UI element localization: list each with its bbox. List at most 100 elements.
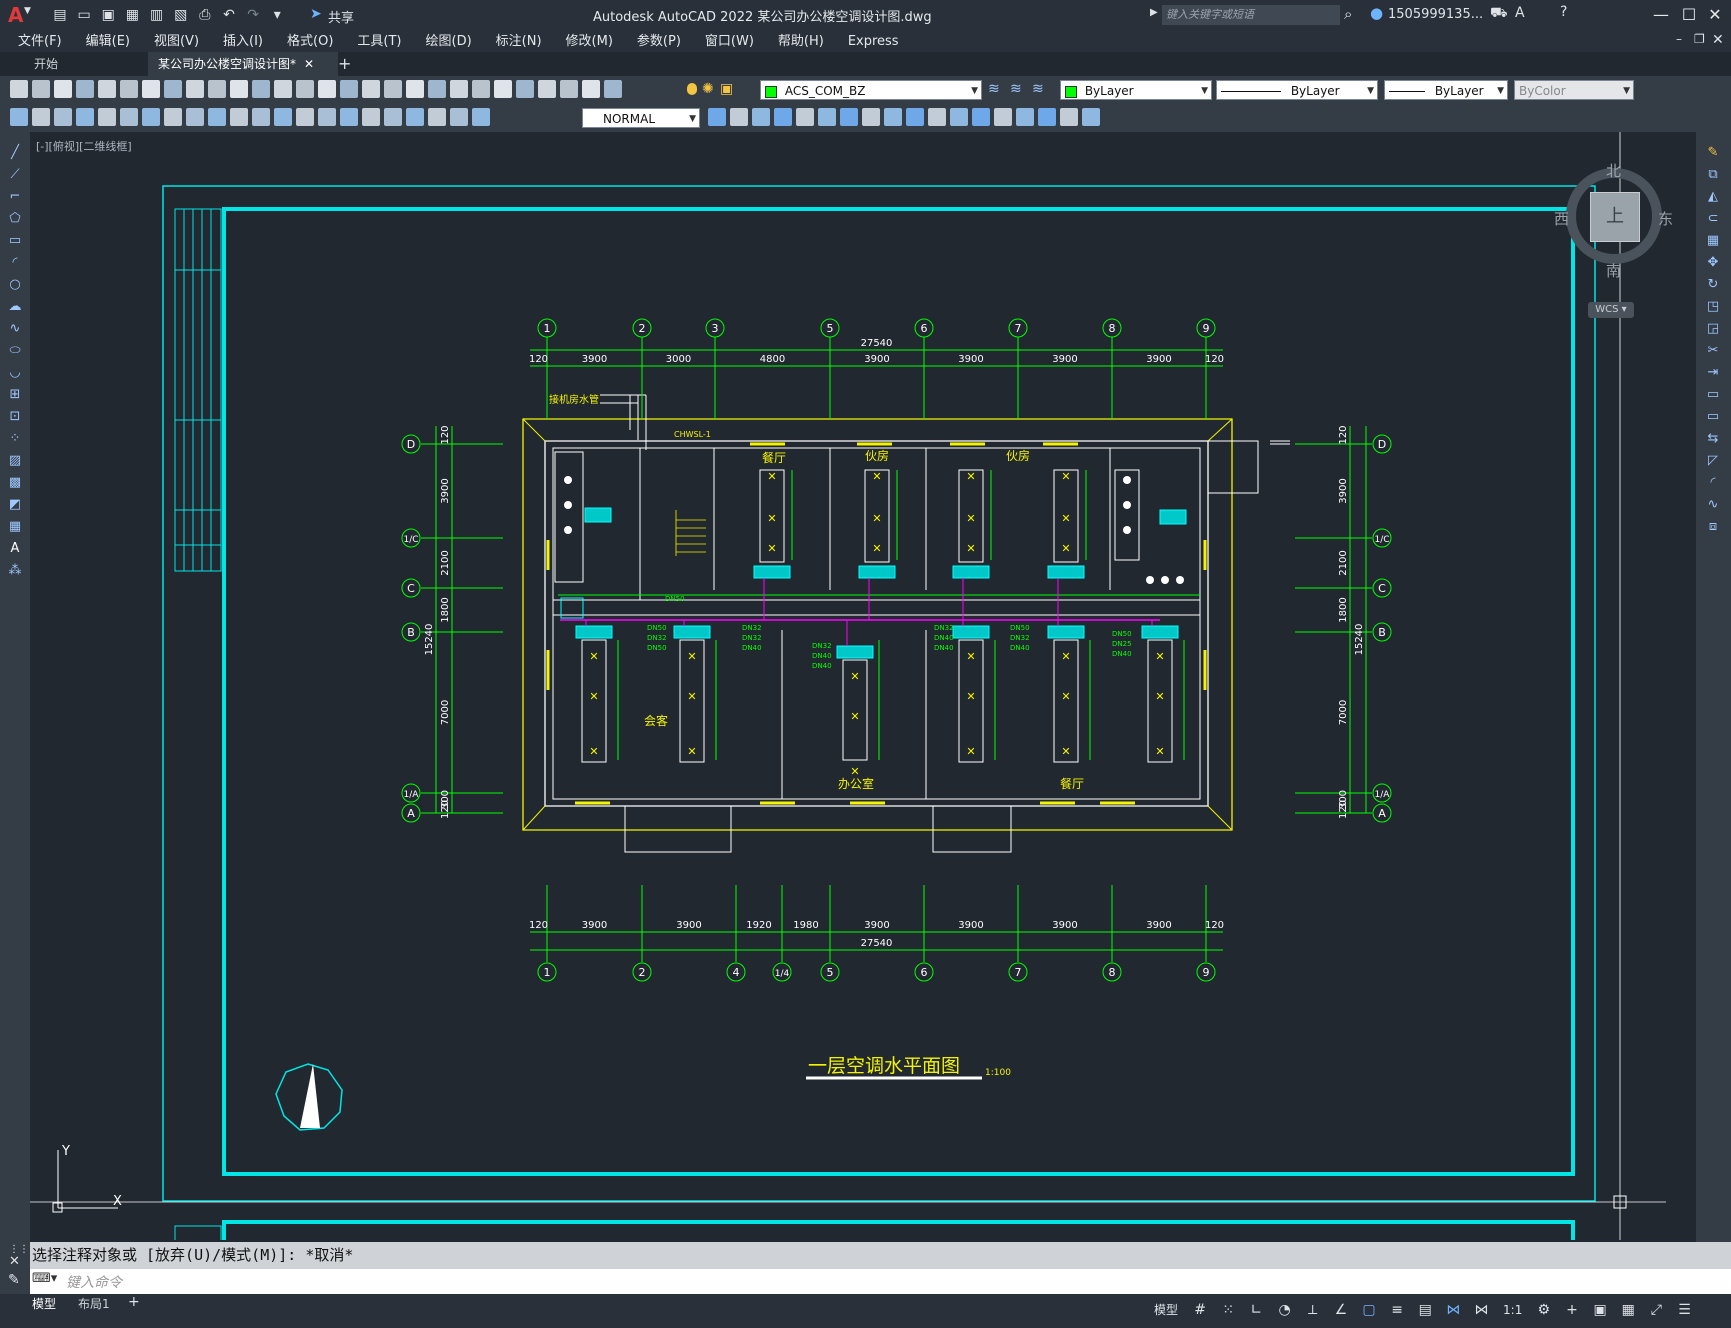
standard-tool-27-icon[interactable] [604, 80, 622, 98]
modify-tool-6-icon[interactable] [840, 108, 858, 126]
dimension-tool-0-icon[interactable] [10, 108, 28, 126]
standard-tool-22-icon[interactable] [494, 80, 512, 98]
model-space-button[interactable]: 模型 [1148, 1298, 1184, 1322]
break-icon[interactable]: ▭ [1703, 408, 1723, 426]
save-icon[interactable]: ▣ [98, 5, 118, 25]
standard-tool-13-icon[interactable] [296, 80, 314, 98]
menu-item-6[interactable]: 绘图(D) [414, 30, 484, 54]
dimension-tool-1-icon[interactable] [32, 108, 50, 126]
osnap-tracking-icon[interactable]: ∠ [1329, 1298, 1353, 1322]
dimension-tool-19-icon[interactable] [428, 108, 446, 126]
grid-icon[interactable]: # [1188, 1298, 1212, 1322]
command-prompt-icon[interactable]: ⌨▾ [32, 1271, 57, 1286]
dimension-tool-15-icon[interactable] [340, 108, 358, 126]
search-expand-icon[interactable]: ▶ [1150, 7, 1158, 18]
viewport-label[interactable]: [-][俯视][二维线框] [36, 138, 132, 154]
open-web-icon[interactable]: ▥ [147, 5, 167, 25]
modify-tool-4-icon[interactable] [796, 108, 814, 126]
modify-tool-11-icon[interactable] [950, 108, 968, 126]
menu-item-4[interactable]: 格式(O) [275, 30, 345, 54]
dimension-tool-11-icon[interactable] [252, 108, 270, 126]
dimension-tool-7-icon[interactable] [164, 108, 182, 126]
dimension-tool-18-icon[interactable] [406, 108, 424, 126]
search-icon[interactable]: ⌕ [1344, 5, 1352, 23]
join-icon[interactable]: ⇆ [1703, 430, 1723, 448]
standard-tool-21-icon[interactable] [472, 80, 490, 98]
dimstyle-dropdown[interactable]: NORMAL ▼ [582, 108, 700, 128]
viewcube-west[interactable]: 西 [1554, 208, 1569, 229]
gradient-icon[interactable]: ▩ [5, 474, 25, 492]
autoscale-icon[interactable]: ⋈ [1470, 1298, 1494, 1322]
table-icon[interactable]: ▦ [5, 518, 25, 536]
modify-tool-8-icon[interactable] [884, 108, 902, 126]
plot-icon[interactable]: ⎙ [195, 5, 215, 25]
menu-item-12[interactable]: Express [836, 30, 911, 54]
command-close-icon[interactable]: ✕ [9, 1254, 20, 1269]
revcloud-icon[interactable]: ☁ [5, 298, 25, 316]
linetype-dropdown[interactable]: ByLayer ▼ [1216, 80, 1378, 100]
dimension-tool-4-icon[interactable] [98, 108, 116, 126]
modify-tool-16-icon[interactable] [1060, 108, 1078, 126]
share-icon[interactable]: ➤ [310, 6, 322, 22]
dimension-tool-8-icon[interactable] [186, 108, 204, 126]
polyline-icon[interactable]: ⌐ [5, 188, 25, 206]
explode-icon[interactable]: ⧈ [1703, 518, 1723, 536]
mtext-icon[interactable]: A [5, 540, 25, 558]
minimize-icon[interactable]: — [1650, 4, 1672, 26]
break-point-icon[interactable]: ▭ [1703, 386, 1723, 404]
trim-icon[interactable]: ✂ [1703, 342, 1723, 360]
ellipse-icon[interactable]: ⬭ [5, 342, 25, 360]
annotation-visibility-icon[interactable]: ⋈ [1441, 1298, 1465, 1322]
standard-tool-26-icon[interactable] [582, 80, 600, 98]
user-name[interactable]: 1505999135... [1388, 7, 1483, 22]
tab-close-icon[interactable]: ✕ [304, 57, 314, 71]
workspace-gear-icon[interactable]: ⚙ [1532, 1298, 1556, 1322]
tab-drawing[interactable]: 某公司办公楼空调设计图* ✕ [148, 52, 338, 76]
new-file-icon[interactable]: ▤ [50, 5, 70, 25]
app-menu-arrow-icon[interactable]: ▼ [24, 6, 31, 16]
standard-tool-23-icon[interactable] [516, 80, 534, 98]
lineweight-icon[interactable]: ≡ [1385, 1298, 1409, 1322]
viewcube-top-face[interactable]: 上 [1590, 192, 1640, 242]
standard-tool-20-icon[interactable] [450, 80, 468, 98]
menu-item-7[interactable]: 标注(N) [484, 30, 554, 54]
snap-icon[interactable]: ⁙ [1216, 1298, 1240, 1322]
dimension-tool-10-icon[interactable] [230, 108, 248, 126]
standard-tool-8-icon[interactable] [186, 80, 204, 98]
point-icon[interactable]: ⁘ [5, 430, 25, 448]
drawing-canvas[interactable]: 一层空调水平面图 1:100 接机房水管 CHWSL-1 DN50 餐厅 伙房 … [30, 132, 1696, 1240]
menu-item-11[interactable]: 帮助(H) [766, 30, 836, 54]
blend-icon[interactable]: ∿ [1703, 496, 1723, 514]
annotation-monitor-icon[interactable]: + [1560, 1298, 1584, 1322]
make-current-icon[interactable]: ≋ [1010, 81, 1022, 97]
viewcube-north[interactable]: 北 [1606, 160, 1621, 181]
line-icon[interactable]: ╱ [5, 144, 25, 162]
fullscreen-icon[interactable]: ⤢ [1644, 1298, 1668, 1322]
menu-item-10[interactable]: 窗口(W) [693, 30, 766, 54]
menu-item-8[interactable]: 修改(M) [554, 30, 625, 54]
rotate-icon[interactable]: ↻ [1703, 276, 1723, 294]
plotstyle-dropdown[interactable]: ByColor ▼ [1514, 80, 1634, 100]
move-icon[interactable]: ✥ [1703, 254, 1723, 272]
customize-qat-icon[interactable]: ▾ [267, 5, 287, 25]
command-line[interactable]: ⌨▾ 键入命令 [30, 1269, 1731, 1294]
modify-tool-7-icon[interactable] [862, 108, 880, 126]
hatch-icon[interactable]: ▨ [5, 452, 25, 470]
transparency-icon[interactable]: ▤ [1413, 1298, 1437, 1322]
standard-tool-19-icon[interactable] [428, 80, 446, 98]
chamfer-icon[interactable]: ◸ [1703, 452, 1723, 470]
fillet-icon[interactable]: ◜ [1703, 474, 1723, 492]
layer-previous-icon[interactable]: ≋ [1032, 81, 1044, 97]
annotation-scale[interactable]: 1:1 [1498, 1298, 1528, 1322]
modify-tool-14-icon[interactable] [1016, 108, 1034, 126]
array-icon[interactable]: ▦ [1703, 232, 1723, 250]
modify-tool-13-icon[interactable] [994, 108, 1012, 126]
dimension-tool-6-icon[interactable] [142, 108, 160, 126]
redo-icon[interactable]: ↷ [243, 5, 263, 25]
dimension-tool-3-icon[interactable] [76, 108, 94, 126]
viewcube-south[interactable]: 南 [1606, 260, 1621, 281]
doc-close-icon[interactable]: ✕ [1712, 32, 1724, 48]
layer-properties-icon[interactable]: ≋ [988, 81, 1000, 97]
menu-item-9[interactable]: 参数(P) [625, 30, 693, 54]
dimension-tool-20-icon[interactable] [450, 108, 468, 126]
